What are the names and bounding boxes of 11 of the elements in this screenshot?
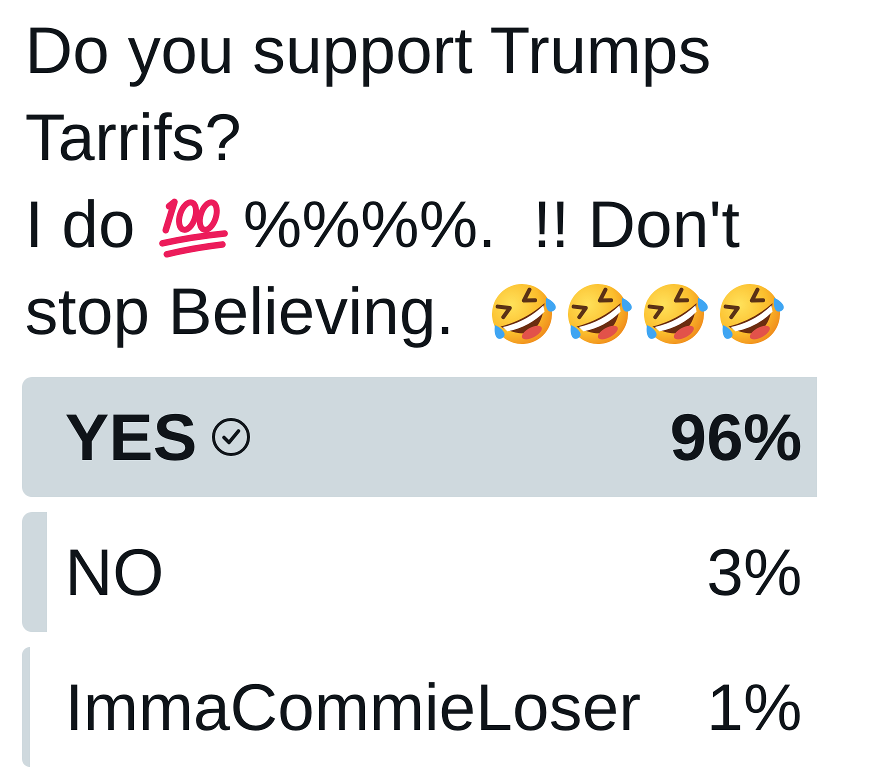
option-percent: 96% xyxy=(670,399,802,475)
option-percent: 1% xyxy=(706,669,802,745)
option-label: NO xyxy=(65,534,164,610)
post-text: %%%%. !! Don't xyxy=(243,186,740,263)
post-text: I do xyxy=(25,186,136,263)
option-percent: 3% xyxy=(706,534,802,610)
post-text: stop Believing. xyxy=(25,273,454,350)
post-text: Tarrifs? xyxy=(25,99,242,176)
option-label: YES xyxy=(65,399,198,475)
option-label: ImmaCommieLoser xyxy=(65,669,641,745)
post-text: Do you support Trumps xyxy=(25,12,711,89)
